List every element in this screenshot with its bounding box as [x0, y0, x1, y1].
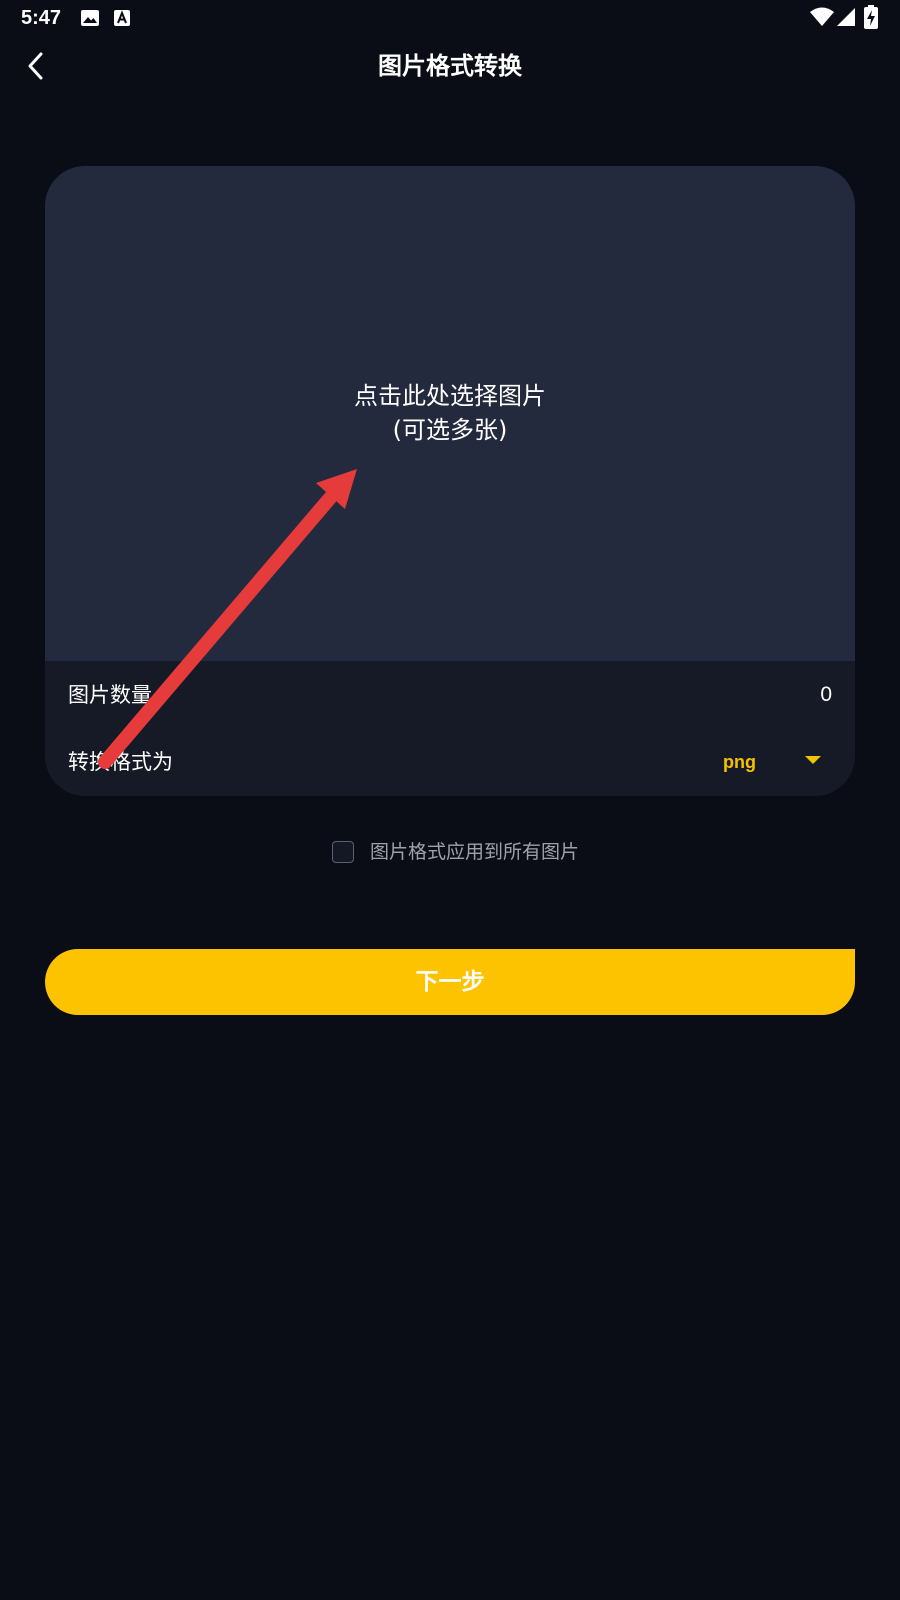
image-count-row: 图片数量 0 [45, 667, 855, 723]
picker-prompt: 点击此处选择图片 (可选多张) [45, 379, 855, 447]
image-icon [81, 10, 99, 26]
format-label: 转换格式为 [68, 750, 173, 774]
image-picker-area[interactable]: 点击此处选择图片 (可选多张) [45, 166, 855, 661]
format-row: 转换格式为 png [45, 734, 855, 790]
image-count-label: 图片数量 [68, 683, 152, 707]
picker-prompt-line1: 点击此处选择图片 [354, 382, 546, 410]
apply-all-label: 图片格式应用到所有图片 [370, 841, 580, 863]
conversion-card: 点击此处选择图片 (可选多张) 图片数量 0 转换格式为 png [45, 166, 855, 796]
image-count-value: 0 [820, 683, 832, 706]
caret-down-icon [805, 756, 821, 764]
wifi-icon [810, 7, 834, 26]
format-select[interactable]: png [723, 742, 833, 782]
app-bar: 图片格式转换 [0, 36, 900, 96]
next-button-label: 下一步 [415, 969, 485, 995]
battery-charging-icon [864, 5, 878, 29]
format-value: png [723, 752, 756, 772]
text-a-icon [114, 10, 130, 26]
apply-all-checkbox[interactable] [332, 841, 354, 863]
status-time: 5:47 [21, 7, 62, 29]
page-title: 图片格式转换 [378, 52, 522, 80]
signal-icon [837, 8, 855, 26]
picker-prompt-line2: (可选多张) [392, 416, 508, 444]
next-button[interactable]: 下一步 [45, 949, 855, 1015]
status-bar: 5:47 [0, 0, 900, 36]
